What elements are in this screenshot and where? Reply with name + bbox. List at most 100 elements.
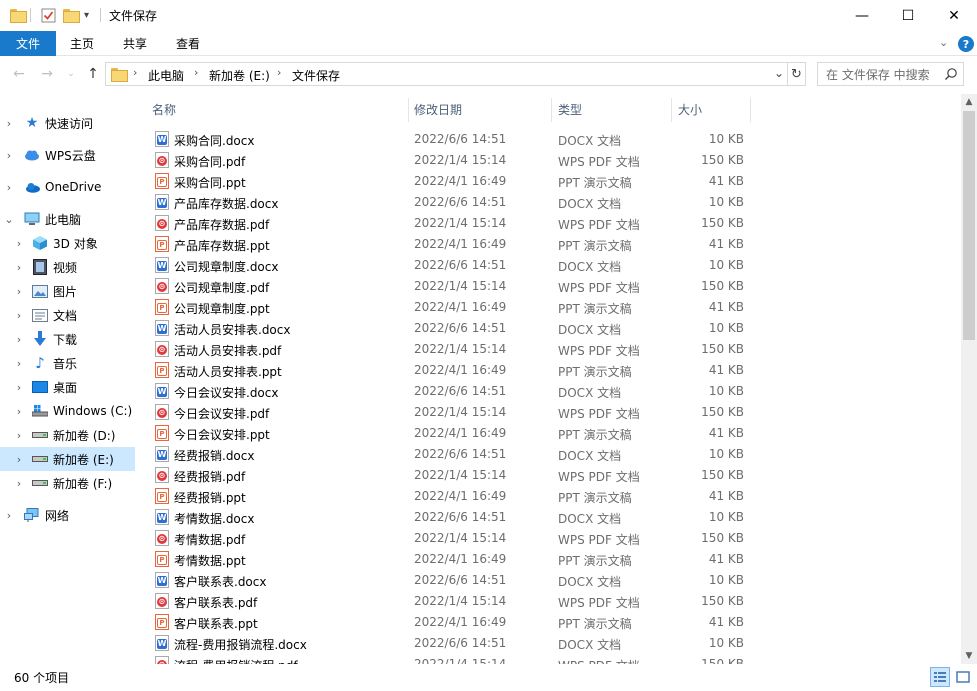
breadcrumb-current-folder[interactable]: 文件保存 — [292, 67, 340, 84]
search-input[interactable] — [826, 67, 938, 82]
scrollbar-thumb[interactable] — [963, 111, 975, 340]
breadcrumb-separator-icon[interactable]: › — [194, 66, 198, 79]
back-arrow-icon[interactable]: ← — [10, 65, 28, 83]
address-dropdown-icon[interactable]: ⌄ — [774, 66, 784, 80]
collapse-chevron-icon[interactable]: ⌄ — [4, 213, 14, 226]
maximize-button[interactable]: ☐ — [885, 0, 931, 31]
tab-file[interactable]: 文件 — [0, 31, 56, 56]
vertical-scrollbar[interactable]: ▲ ▼ — [961, 94, 977, 664]
expand-chevron-icon[interactable]: › — [14, 333, 24, 346]
breadcrumb-separator-icon[interactable]: › — [277, 66, 281, 79]
large-icons-view-icon[interactable] — [953, 667, 973, 687]
file-row[interactable]: P 公司规章制度.ppt 2022/4/1 16:49 PPT 演示文稿 41 KB — [135, 297, 961, 318]
new-folder-icon[interactable] — [63, 6, 80, 24]
properties-check-icon[interactable] — [41, 6, 56, 24]
expand-chevron-icon[interactable]: › — [14, 261, 24, 274]
nav-item-3d-objects[interactable]: › 3D 对象 — [0, 231, 135, 255]
help-icon[interactable]: ? — [958, 36, 974, 52]
expand-chevron-icon[interactable]: › — [14, 357, 24, 370]
file-row[interactable]: P 活动人员安排表.ppt 2022/4/1 16:49 PPT 演示文稿 41 KB — [135, 360, 961, 381]
close-button[interactable]: ✕ — [931, 0, 977, 31]
nav-item-pictures[interactable]: › 图片 — [0, 279, 135, 303]
nav-item-downloads[interactable]: › 下载 — [0, 327, 135, 351]
refresh-icon[interactable]: ↻ — [788, 62, 806, 86]
file-row[interactable]: P 考情数据.ppt 2022/4/1 16:49 PPT 演示文稿 41 KB — [135, 549, 961, 570]
file-row[interactable]: W 客户联系表.docx 2022/6/6 14:51 DOCX 文档 10 KB — [135, 570, 961, 591]
nav-item-music[interactable]: › ♪ 音乐 — [0, 351, 135, 375]
details-view-icon[interactable] — [930, 667, 950, 687]
file-row[interactable]: W 考情数据.docx 2022/6/6 14:51 DOCX 文档 10 KB — [135, 507, 961, 528]
breadcrumb-separator-icon[interactable]: › — [133, 66, 137, 79]
scroll-down-icon[interactable]: ▼ — [961, 648, 977, 664]
nav-item-drive-f[interactable]: › 新加卷 (F:) — [0, 471, 135, 495]
column-header-date[interactable]: 修改日期 — [414, 94, 462, 124]
expand-chevron-icon[interactable]: › — [14, 453, 24, 466]
expand-chevron-icon[interactable]: › — [14, 381, 24, 394]
expand-chevron-icon[interactable]: › — [14, 477, 24, 490]
expand-chevron-icon[interactable]: › — [4, 509, 14, 522]
file-row[interactable]: ⊙ 考情数据.pdf 2022/1/4 15:14 WPS PDF 文档 150 KB — [135, 528, 961, 549]
scroll-up-icon[interactable]: ▲ — [961, 94, 977, 110]
file-row[interactable]: ⊙ 客户联系表.pdf 2022/1/4 15:14 WPS PDF 文档 150 KB — [135, 591, 961, 612]
nav-item-drive-c[interactable]: › Windows (C:) — [0, 399, 135, 423]
expand-chevron-icon[interactable]: › — [4, 181, 14, 194]
nav-item-videos[interactable]: › 视频 — [0, 255, 135, 279]
address-bar[interactable]: › 此电脑 › 新加卷 (E:) › 文件保存 ⌄ — [105, 62, 788, 86]
file-row[interactable]: W 采购合同.docx 2022/6/6 14:51 DOCX 文档 10 KB — [135, 129, 961, 150]
tab-home[interactable]: 主页 — [58, 31, 106, 56]
recent-locations-icon[interactable]: ⌄ — [62, 65, 80, 83]
file-row[interactable]: W 今日会议安排.docx 2022/6/6 14:51 DOCX 文档 10 KB — [135, 381, 961, 402]
file-row[interactable]: P 产品库存数据.ppt 2022/4/1 16:49 PPT 演示文稿 41 KB — [135, 234, 961, 255]
expand-chevron-icon[interactable]: › — [4, 117, 14, 130]
file-row[interactable]: W 产品库存数据.docx 2022/6/6 14:51 DOCX 文档 10 KB — [135, 192, 961, 213]
expand-chevron-icon[interactable]: › — [14, 309, 24, 322]
file-row[interactable]: W 流程-费用报销流程.docx 2022/6/6 14:51 DOCX 文档 10 K… — [135, 633, 961, 654]
column-divider[interactable] — [671, 98, 672, 122]
file-row[interactable]: P 今日会议安排.ppt 2022/4/1 16:49 PPT 演示文稿 41 KB — [135, 423, 961, 444]
tab-view[interactable]: 查看 — [164, 31, 212, 56]
column-header-size[interactable]: 大小 — [678, 94, 702, 124]
file-row[interactable]: W 经费报销.docx 2022/6/6 14:51 DOCX 文档 10 KB — [135, 444, 961, 465]
file-row[interactable]: P 客户联系表.ppt 2022/4/1 16:49 PPT 演示文稿 41 KB — [135, 612, 961, 633]
nav-item-drive-d[interactable]: › 新加卷 (D:) — [0, 423, 135, 447]
nav-item-wps-cloud[interactable]: › WPS云盘 — [0, 143, 135, 167]
tab-share[interactable]: 共享 — [111, 31, 159, 56]
file-row[interactable]: ⊙ 采购合同.pdf 2022/1/4 15:14 WPS PDF 文档 150 KB — [135, 150, 961, 171]
breadcrumb-this-pc[interactable]: 此电脑 — [148, 67, 184, 84]
file-row[interactable]: W 活动人员安排表.docx 2022/6/6 14:51 DOCX 文档 10 KB — [135, 318, 961, 339]
file-row[interactable]: ⊙ 今日会议安排.pdf 2022/1/4 15:14 WPS PDF 文档 150 K… — [135, 402, 961, 423]
nav-item-drive-e[interactable]: › 新加卷 (E:) — [0, 447, 135, 471]
file-row[interactable]: ⊙ 产品库存数据.pdf 2022/1/4 15:14 WPS PDF 文档 150 K… — [135, 213, 961, 234]
expand-chevron-icon[interactable]: › — [14, 405, 24, 418]
nav-item-desktop[interactable]: › 桌面 — [0, 375, 135, 399]
column-header-type[interactable]: 类型 — [558, 94, 582, 124]
file-row[interactable]: ⊙ 活动人员安排表.pdf 2022/1/4 15:14 WPS PDF 文档 150 … — [135, 339, 961, 360]
breadcrumb-drive-e[interactable]: 新加卷 (E:) — [209, 67, 270, 84]
customize-toolbar-icon[interactable]: ▾ — [84, 6, 89, 24]
expand-chevron-icon[interactable]: › — [14, 237, 24, 250]
column-divider[interactable] — [551, 98, 552, 122]
column-header-name[interactable]: 名称 — [152, 94, 176, 124]
nav-item-quick-access[interactable]: › ★ 快速访问 — [0, 111, 135, 135]
column-divider[interactable] — [750, 98, 751, 122]
file-row[interactable]: P 采购合同.ppt 2022/4/1 16:49 PPT 演示文稿 41 KB — [135, 171, 961, 192]
file-row[interactable]: W 公司规章制度.docx 2022/6/6 14:51 DOCX 文档 10 KB — [135, 255, 961, 276]
search-icon[interactable] — [944, 67, 958, 81]
file-size: 150 KB — [701, 342, 744, 356]
file-row[interactable]: ⊙ 公司规章制度.pdf 2022/1/4 15:14 WPS PDF 文档 150 K… — [135, 276, 961, 297]
minimize-button[interactable]: — — [839, 0, 885, 31]
ribbon-expand-icon[interactable]: ⌄ — [939, 36, 948, 49]
nav-item-network[interactable]: › 网络 — [0, 503, 135, 527]
file-row[interactable]: ⊙ 经费报销.pdf 2022/1/4 15:14 WPS PDF 文档 150 KB — [135, 465, 961, 486]
nav-item-onedrive[interactable]: › OneDrive — [0, 175, 135, 199]
expand-chevron-icon[interactable]: › — [14, 429, 24, 442]
up-arrow-icon[interactable]: ↑ — [84, 65, 102, 83]
expand-chevron-icon[interactable]: › — [4, 149, 14, 162]
column-divider[interactable] — [408, 98, 409, 122]
nav-item-documents[interactable]: › 文档 — [0, 303, 135, 327]
file-row[interactable]: P 经费报销.ppt 2022/4/1 16:49 PPT 演示文稿 41 KB — [135, 486, 961, 507]
forward-arrow-icon[interactable]: → — [38, 65, 56, 83]
file-row[interactable]: ⊙ 流程-费用报销流程.pdf 2022/1/4 15:14 WPS PDF 文档 15… — [135, 654, 961, 664]
nav-item-this-pc[interactable]: ⌄ 此电脑 — [0, 207, 135, 231]
expand-chevron-icon[interactable]: › — [14, 285, 24, 298]
